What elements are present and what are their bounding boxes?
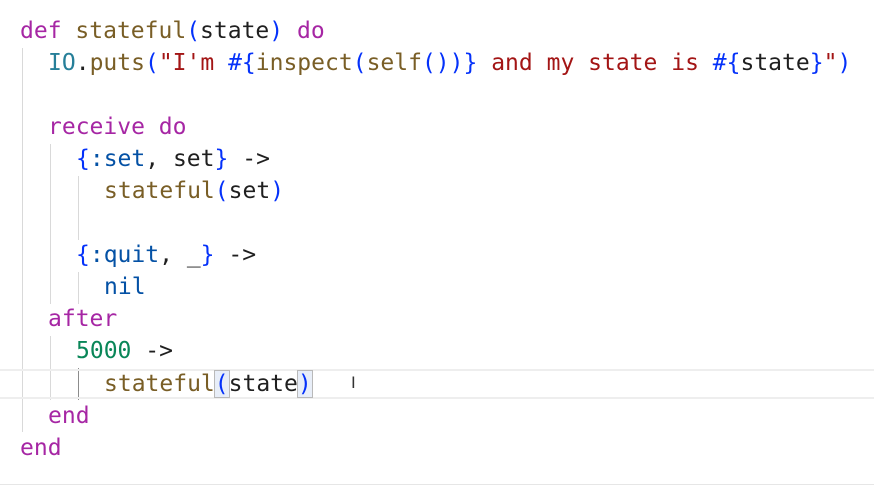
indent-guide xyxy=(78,272,79,304)
dot: . xyxy=(75,50,90,76)
string-literal: and my state is xyxy=(477,50,713,76)
keyword-do: do xyxy=(158,114,187,140)
code-line-6[interactable]: stateful(set) xyxy=(104,175,284,207)
number-literal: 5000 xyxy=(76,338,132,364)
arrow: -> xyxy=(228,242,257,268)
paren: ( xyxy=(214,178,229,204)
variable: set xyxy=(228,178,271,204)
paren: ()) xyxy=(421,50,464,76)
code-line-5[interactable]: {:set, set} -> xyxy=(76,143,270,175)
function-call: self xyxy=(366,50,422,76)
paren: ( xyxy=(186,18,201,44)
nil-literal: nil xyxy=(104,274,146,300)
paren: ) xyxy=(270,178,285,204)
module-name: IO xyxy=(48,50,76,76)
code-line-4[interactable]: receive do xyxy=(48,111,187,143)
keyword-end: end xyxy=(48,403,90,429)
variable: _ xyxy=(186,242,201,268)
code-line-8[interactable]: {:quit, _} -> xyxy=(76,239,256,271)
code-line-14[interactable]: end xyxy=(20,432,62,464)
brace: } xyxy=(200,242,215,268)
keyword-receive: receive xyxy=(48,114,145,140)
code-line-11[interactable]: 5000 -> xyxy=(76,335,173,367)
keyword-def: def xyxy=(20,18,62,44)
code-line-10[interactable]: after xyxy=(48,303,117,335)
keyword-end: end xyxy=(20,435,62,461)
keyword-after: after xyxy=(48,306,118,332)
code-line-13[interactable]: end xyxy=(48,400,90,432)
function-call: stateful xyxy=(104,371,215,397)
indent-guide xyxy=(50,144,51,304)
brace: } xyxy=(214,146,229,172)
variable: state xyxy=(740,50,810,76)
arrow: -> xyxy=(145,338,173,364)
comma: , xyxy=(159,242,187,268)
paren: ) xyxy=(837,50,852,76)
function-call: puts xyxy=(89,50,145,76)
function-call: inspect xyxy=(255,50,353,76)
code-line-1[interactable]: def stateful(state) do xyxy=(20,15,325,47)
function-call: stateful xyxy=(104,178,215,204)
comma: , xyxy=(145,146,173,172)
paren: ( xyxy=(144,50,159,76)
interpolation-close: } xyxy=(463,50,478,76)
brace: { xyxy=(76,242,90,268)
variable: set xyxy=(172,146,215,172)
bracket-match: ) xyxy=(296,370,313,398)
code-line-12[interactable]: stateful(state) xyxy=(104,368,313,400)
function-name: stateful xyxy=(75,18,187,44)
interpolation-close: } xyxy=(809,50,824,76)
code-line-9[interactable]: nil xyxy=(104,271,146,303)
interpolation-open: #{ xyxy=(228,50,256,76)
variable: state xyxy=(228,371,298,397)
bracket-match: ( xyxy=(213,370,230,398)
indent-guide xyxy=(78,176,79,240)
keyword-do: do xyxy=(297,18,325,44)
paren: ) xyxy=(269,18,284,44)
atom: :quit xyxy=(89,242,160,268)
paren: ( xyxy=(352,50,367,76)
text-cursor-icon: I xyxy=(351,373,356,392)
brace: { xyxy=(76,146,90,172)
atom: :set xyxy=(89,146,146,172)
interpolation-open: #{ xyxy=(712,50,741,76)
string-literal: " xyxy=(823,50,838,76)
code-editor[interactable]: def stateful(state) do IO.puts("I'm #{in… xyxy=(0,0,874,496)
code-line-2[interactable]: IO.puts("I'm #{inspect(self())} and my s… xyxy=(48,47,851,79)
divider xyxy=(0,484,874,485)
string-literal: "I'm xyxy=(158,50,229,76)
arrow: -> xyxy=(242,146,270,172)
param: state xyxy=(200,18,270,44)
